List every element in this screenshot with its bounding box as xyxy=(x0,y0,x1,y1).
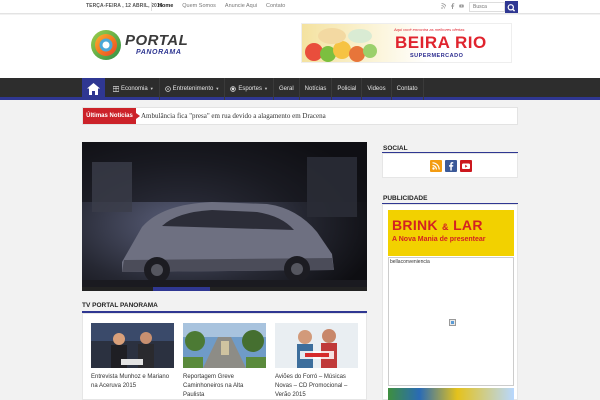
ad-brand-part: LAR xyxy=(453,217,483,233)
broken-image-icon xyxy=(449,319,456,326)
chevron-down-icon: ▼ xyxy=(149,86,154,91)
video-item[interactable]: Entrevista Munhoz e Mariano na Aceruva 2… xyxy=(91,323,174,391)
section-title-publicidade: Publicidade xyxy=(383,195,428,202)
section-title-social: Social xyxy=(383,145,408,152)
top-links: Home Quem Somos Anuncie Aqui Contato xyxy=(158,3,285,9)
featured-slider[interactable] xyxy=(82,142,367,291)
grid-icon xyxy=(113,86,119,92)
youtube-icon[interactable] xyxy=(460,160,472,172)
search-button[interactable] xyxy=(505,1,518,13)
nav-item-label: Economia xyxy=(121,86,148,92)
main-nav: Economia ▼ Entretenimento ▼ Esportes ▼ G… xyxy=(0,78,600,100)
video-caption[interactable]: Aviões do Forró – Músicas Novas – CD Pro… xyxy=(275,373,358,400)
advertising-widget: BRINK & LAR A Nova Mania de presentear b… xyxy=(382,204,518,400)
logo-title: PORTAL xyxy=(125,32,189,49)
ad-frame-bellaconveniencia[interactable]: bellaconveniencia xyxy=(388,257,514,386)
nav-home-button[interactable] xyxy=(82,78,105,100)
nav-item-videos[interactable]: Videos xyxy=(362,78,392,100)
social-widget xyxy=(382,153,518,178)
facebook-icon[interactable] xyxy=(445,160,457,172)
nav-item-contato[interactable]: Contato xyxy=(392,78,424,100)
nav-item-label: Esportes xyxy=(238,86,263,92)
site-logo[interactable]: PORTAL PANORAMA xyxy=(88,27,198,63)
video-item[interactable]: Reportagem Greve Caminhoneiros na Alta P… xyxy=(183,323,266,400)
chevron-down-icon: ▼ xyxy=(264,86,268,91)
section-title-tv: TV Portal Panorama xyxy=(82,302,158,309)
video-thumbnail[interactable] xyxy=(275,323,358,368)
ad-frame-label: bellaconveniencia xyxy=(390,259,430,265)
nav-item-label: Entretenimento xyxy=(172,86,214,92)
rss-icon[interactable] xyxy=(441,3,447,9)
nav-item-entretenimento[interactable]: Entretenimento ▼ xyxy=(160,78,226,100)
rss-icon[interactable] xyxy=(430,160,442,172)
ball-icon xyxy=(230,86,237,92)
ad-brand-part: BRINK xyxy=(392,217,438,233)
site-header: PORTAL PANORAMA Aqui você encontra as me… xyxy=(0,15,600,78)
chevron-down-icon: ▼ xyxy=(215,86,220,91)
top-bar: Terça-feira , 12 Abril, 2016 Home Quem S… xyxy=(0,0,600,14)
breaking-news-ticker: Últimas Notícias Ambulância fica "presa"… xyxy=(82,107,518,125)
logo-subtitle: PANORAMA xyxy=(136,49,182,56)
clapper-icon xyxy=(164,86,171,92)
ad-banner-bottom[interactable] xyxy=(388,388,514,400)
logo-emblem-icon xyxy=(91,30,121,60)
featured-image xyxy=(82,142,367,291)
nav-item-label: Geral xyxy=(278,86,294,92)
banner-tagline: Aqui você encontra as melhores ofertas xyxy=(394,27,465,32)
nav-item-label: Contato xyxy=(396,86,418,92)
top-link-home[interactable]: Home xyxy=(158,3,173,9)
nav-item-label: Policial xyxy=(337,86,357,92)
header-ad-banner[interactable]: Aqui você encontra as melhores ofertas B… xyxy=(301,23,512,63)
banner-produce-graphic xyxy=(305,28,377,62)
video-item[interactable]: Aviões do Forró – Músicas Novas – CD Pro… xyxy=(275,323,358,400)
nav-item-esportes[interactable]: Esportes ▼ xyxy=(225,78,274,100)
top-link-quem-somos[interactable]: Quem Somos xyxy=(182,3,216,9)
video-thumbnail[interactable] xyxy=(183,323,266,368)
banner-brand: BEIRA RIO xyxy=(395,33,487,52)
social-icons xyxy=(430,160,472,172)
nav-item-policial[interactable]: Policial xyxy=(332,78,363,100)
video-caption[interactable]: Entrevista Munhoz e Mariano na Aceruva 2… xyxy=(91,373,174,391)
nav-item-economia[interactable]: Economia ▼ xyxy=(108,78,160,100)
divider xyxy=(151,2,152,11)
nav-item-geral[interactable]: Geral xyxy=(274,78,300,100)
ad-brand-amp: & xyxy=(442,222,449,232)
ad-brink-e-lar[interactable]: BRINK & LAR A Nova Mania de presentear xyxy=(388,210,514,256)
nav-items: Economia ▼ Entretenimento ▼ Esportes ▼ G… xyxy=(108,78,424,100)
ticker-arrow-icon xyxy=(136,113,140,119)
nav-item-label: Videos xyxy=(367,86,386,92)
ad-slogan: A Nova Mania de presentear xyxy=(392,236,486,243)
top-social xyxy=(441,3,464,10)
video-caption[interactable]: Reportagem Greve Caminhoneiros na Alta P… xyxy=(183,373,266,400)
ticker-headline[interactable]: Ambulância fica "presa" em rua devido a … xyxy=(141,112,326,120)
ad-brand-logo: BRINK & LAR xyxy=(392,217,483,233)
slider-progress-active xyxy=(153,287,210,291)
tv-section: Entrevista Munhoz e Mariano na Aceruva 2… xyxy=(82,313,367,400)
top-link-contato[interactable]: Contato xyxy=(266,3,285,9)
search-icon xyxy=(507,4,516,12)
top-link-anuncie[interactable]: Anuncie Aqui xyxy=(225,3,257,9)
banner-subtitle: SUPERMERCADO xyxy=(410,53,464,59)
search-input[interactable] xyxy=(469,2,505,12)
nav-item-label: Notícias xyxy=(304,86,327,92)
facebook-icon[interactable] xyxy=(450,3,455,10)
home-icon xyxy=(87,83,100,95)
slider-progress xyxy=(82,287,367,291)
video-thumbnail[interactable] xyxy=(91,323,174,368)
nav-item-noticias[interactable]: Notícias xyxy=(300,78,333,100)
youtube-icon[interactable] xyxy=(459,3,464,9)
ticker-label: Últimas Notícias xyxy=(83,108,136,124)
